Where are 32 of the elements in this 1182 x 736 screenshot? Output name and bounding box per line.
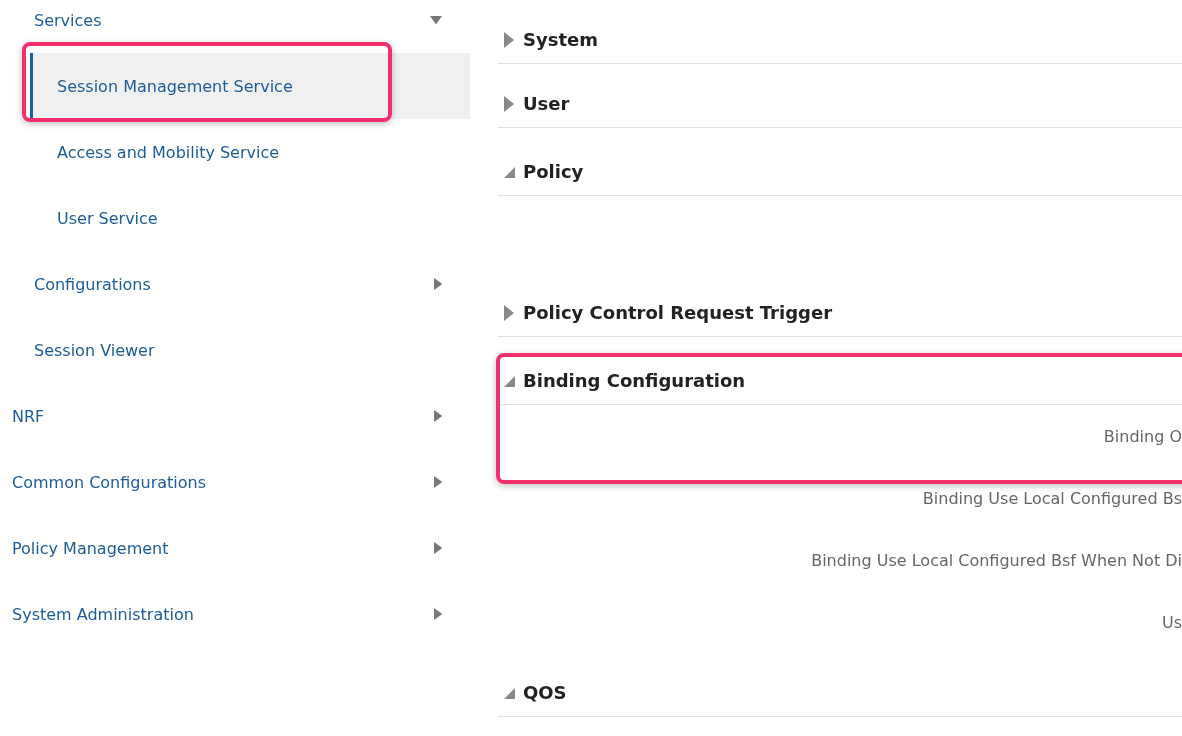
caret-down-icon[interactable] <box>430 15 442 25</box>
section-title[interactable]: Binding Configuration <box>523 369 746 393</box>
collapse-triangle-icon[interactable] <box>503 375 515 387</box>
section-title[interactable]: QOS <box>523 681 567 705</box>
collapse-triangle-icon[interactable] <box>503 687 515 699</box>
sidebar-item[interactable]: Session Management Service <box>30 53 470 119</box>
sidebar-item[interactable]: Configurations <box>0 251 470 317</box>
sidebar-item[interactable]: System Administration <box>0 581 470 647</box>
sidebar-item[interactable]: Policy Management <box>0 515 470 581</box>
sidebar-item[interactable]: NRF <box>0 383 470 449</box>
field-label: Binding Use Local Configured Bs <box>922 488 1182 508</box>
field-label: Us <box>1161 612 1182 632</box>
caret-right-icon[interactable] <box>433 476 442 488</box>
collapse-triangle-icon[interactable] <box>503 166 515 178</box>
sidebar-item[interactable]: Common Configurations <box>0 449 470 515</box>
sidebar-item[interactable]: Session Viewer <box>0 317 470 383</box>
expand-triangle-icon[interactable] <box>504 305 514 321</box>
caret-right-icon[interactable] <box>433 542 442 554</box>
caret-right-icon[interactable] <box>433 278 442 290</box>
sidebar-item[interactable]: Services <box>0 0 470 53</box>
expand-triangle-icon[interactable] <box>504 32 514 48</box>
caret-right-icon[interactable] <box>433 608 442 620</box>
field-label: Binding Use Local Configured Bsf When Not Di <box>811 550 1182 570</box>
field-label: Binding O <box>1103 426 1182 446</box>
sidebar-item[interactable]: Access and Mobility Service <box>0 119 470 185</box>
section-title[interactable]: Policy <box>523 160 584 184</box>
section-title[interactable]: System <box>523 28 598 52</box>
section-title[interactable]: Policy Control Request Trigger <box>523 301 832 325</box>
caret-right-icon[interactable] <box>433 410 442 422</box>
section-title[interactable]: User <box>523 92 570 116</box>
sidebar-item[interactable]: User Service <box>0 185 470 251</box>
expand-triangle-icon[interactable] <box>504 96 514 112</box>
